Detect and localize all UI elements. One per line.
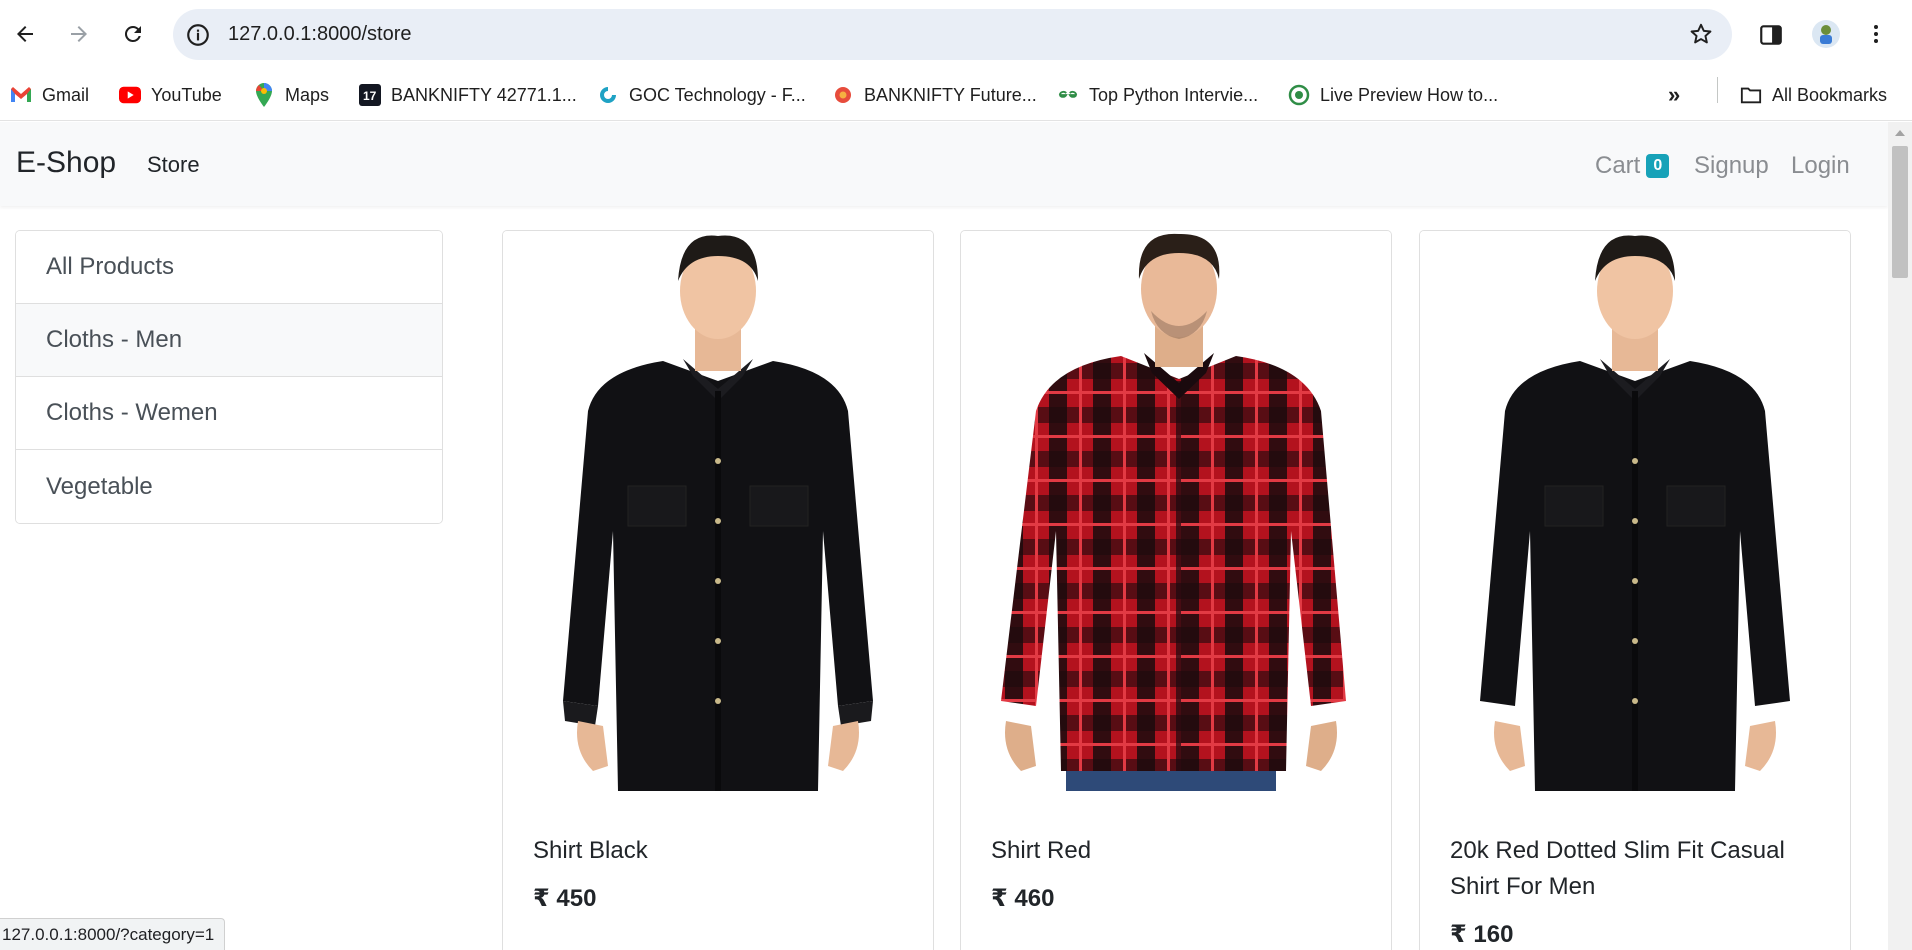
menu-kebab-icon[interactable] [1864,22,1888,46]
cart-link[interactable]: Cart 0 [1595,152,1670,180]
bookmark-label: Gmail [42,84,90,105]
product-price: ₹ 450 [533,885,597,912]
product-card[interactable]: Shirt Red ₹ 460 [960,230,1392,950]
page-scrollbar[interactable] [1888,122,1912,950]
site-info-icon[interactable] [185,22,211,48]
tradingview-icon: 17 [359,84,381,106]
bookmark-goc[interactable]: GOC Technology - F... [597,81,806,109]
profile-icon [1820,25,1832,44]
profile-avatar[interactable] [1812,20,1840,48]
bookmarks-separator [1717,77,1718,103]
reload-icon [124,25,141,42]
product-price: ₹ 460 [991,885,1055,912]
scroll-up-arrow-icon[interactable] [1895,130,1905,136]
page-content: E-Shop Store Cart 0 Signup Login All Prod… [0,122,1888,950]
back-arrow-icon [17,26,33,42]
product-title[interactable]: 20k Red Dotted Slim Fit Casual Shirt For… [1450,833,1810,905]
url-text[interactable]: 127.0.0.1:8000/store [228,23,411,46]
bookmark-label: BANKNIFTY 42771.1... [391,84,577,105]
svg-text:17: 17 [363,89,377,103]
cart-label: Cart [1595,152,1641,179]
forward-button[interactable] [61,16,97,52]
goc-icon [597,84,619,106]
product-image-black-shirt[interactable] [503,231,933,791]
category-cloths-women[interactable]: Cloths - Wemen [16,377,442,450]
gmail-icon [10,84,32,106]
reload-button[interactable] [115,16,151,52]
bookmark-banknifty-1[interactable]: 17 BANKNIFTY 42771.1... [359,81,577,109]
bookmark-label: GOC Technology - F... [629,84,806,105]
bookmark-star-icon[interactable] [1688,21,1714,47]
folder-icon [1740,84,1762,106]
login-link[interactable]: Login [1791,152,1850,180]
bookmark-label: Maps [285,84,330,105]
scrollbar-thumb[interactable] [1892,146,1908,278]
bookmark-label: Top Python Intervie... [1089,84,1259,105]
geeksforgeeks-icon [1057,84,1079,106]
product-card[interactable]: 20k Red Dotted Slim Fit Casual Shirt For… [1419,230,1851,950]
bookmark-banknifty-2[interactable]: BANKNIFTY Future... [832,81,1037,109]
bookmark-label: Live Preview How to... [1320,84,1499,105]
store-link[interactable]: Store [147,152,200,178]
chevron-double-right-icon: » [1668,82,1681,107]
signup-link[interactable]: Signup [1694,152,1769,180]
forward-arrow-icon [71,26,87,42]
cart-count-badge: 0 [1646,154,1670,178]
product-price: ₹ 160 [1450,921,1514,948]
maps-icon [253,83,275,107]
brand-link[interactable]: E-Shop [16,146,116,180]
link-status-bar: 127.0.0.1:8000/?category=1 [0,918,226,950]
chart-icon [832,84,854,106]
product-card[interactable]: Shirt Black ₹ 450 [502,230,934,950]
browser-toolbar: 127.0.0.1:8000/store [0,0,1912,69]
back-button[interactable] [7,16,43,52]
youtube-icon [119,84,141,106]
bookmark-live-preview[interactable]: Live Preview How to... [1288,81,1498,109]
product-title[interactable]: Shirt Black [533,833,893,869]
bookmark-youtube[interactable]: YouTube [119,81,222,109]
all-bookmarks-button[interactable]: All Bookmarks [1740,81,1887,109]
bookmark-maps[interactable]: Maps [253,81,329,109]
bookmarks-overflow-button[interactable]: » [1668,81,1680,109]
live-preview-icon [1288,84,1310,106]
product-image-black-shirt-2[interactable] [1420,231,1850,791]
category-cloths-men[interactable]: Cloths - Men [16,304,442,377]
bookmark-gmail[interactable]: Gmail [10,81,89,109]
category-vegetable[interactable]: Vegetable [16,450,442,523]
all-bookmarks-label: All Bookmarks [1772,84,1888,105]
bookmarks-bar: Gmail YouTube Maps 17 BANKNIFTY 42771.1.… [0,69,1912,121]
site-navbar: E-Shop Store Cart 0 Signup Login [0,122,1888,206]
side-panel-icon[interactable] [1758,22,1784,48]
category-all-products[interactable]: All Products [16,231,442,304]
bookmark-label: YouTube [151,84,222,105]
product-image-red-plaid-shirt[interactable] [961,231,1391,791]
product-title[interactable]: Shirt Red [991,833,1351,869]
category-list: All Products Cloths - Men Cloths - Wemen… [15,230,443,524]
address-bar[interactable]: 127.0.0.1:8000/store [173,9,1732,60]
bookmark-python[interactable]: Top Python Intervie... [1057,81,1258,109]
bookmark-label: BANKNIFTY Future... [864,84,1037,105]
